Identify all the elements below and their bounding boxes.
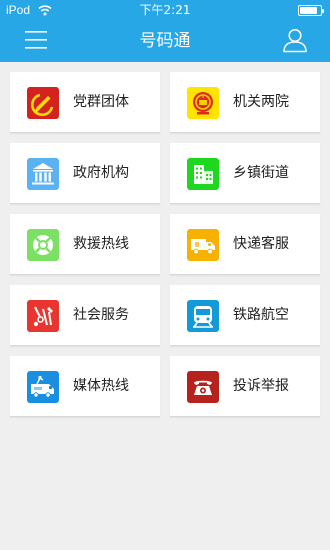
category-card-government-agencies[interactable]: 政府机构 xyxy=(10,143,160,204)
battery-nub xyxy=(322,9,324,13)
service-tools-icon xyxy=(27,300,59,332)
complaint-phone-icon xyxy=(187,371,219,403)
category-label: 机关两院 xyxy=(233,94,289,110)
category-label: 乡镇街道 xyxy=(233,165,289,181)
category-card-media-hotlines[interactable]: 媒体热线 xyxy=(10,356,160,417)
national-emblem-icon xyxy=(187,87,219,119)
battery-fill xyxy=(300,7,317,14)
category-label: 社会服务 xyxy=(73,307,129,323)
status-bar: iPod 下午2:21 xyxy=(0,0,330,20)
battery-icon xyxy=(298,5,324,16)
page-title: 号码通 xyxy=(139,31,191,51)
category-label: 党群团体 xyxy=(73,94,129,110)
nav-bar: 号码通 xyxy=(0,20,330,62)
category-label: 媒体热线 xyxy=(73,378,129,394)
category-label: 救援热线 xyxy=(73,236,129,252)
media-van-icon xyxy=(27,371,59,403)
category-card-rescue-hotlines[interactable]: 救援热线 xyxy=(10,214,160,275)
category-label: 投诉举报 xyxy=(233,378,289,394)
town-buildings-icon xyxy=(187,158,219,190)
user-profile-icon[interactable] xyxy=(282,27,308,53)
category-card-party-groups[interactable]: 党群团体 xyxy=(10,72,160,133)
category-label: 政府机构 xyxy=(73,165,129,181)
category-label: 铁路航空 xyxy=(233,307,289,323)
category-card-government-courts[interactable]: 机关两院 xyxy=(170,72,320,133)
party-emblem-icon xyxy=(27,87,59,119)
delivery-truck-icon xyxy=(187,229,219,261)
category-label: 快递客服 xyxy=(233,236,289,252)
category-card-rail-air[interactable]: 铁路航空 xyxy=(170,285,320,346)
rescue-lifebuoy-icon xyxy=(27,229,59,261)
category-card-courier-service[interactable]: 快递客服 xyxy=(170,214,320,275)
category-card-social-services[interactable]: 社会服务 xyxy=(10,285,160,346)
status-time: 下午2:21 xyxy=(139,3,191,17)
category-card-complaints[interactable]: 投诉举报 xyxy=(170,356,320,417)
category-card-towns-streets[interactable]: 乡镇街道 xyxy=(170,143,320,204)
government-building-icon xyxy=(27,158,59,190)
train-icon xyxy=(187,300,219,332)
